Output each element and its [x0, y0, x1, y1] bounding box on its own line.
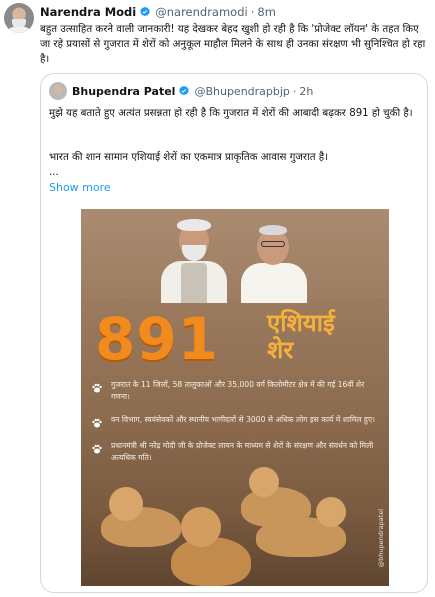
poster-fact-text: प्रधानमंत्री श्री नरेंद्र मोदी जी के प्र…	[111, 441, 374, 462]
poster-background	[81, 209, 389, 299]
verified-badge-icon	[140, 6, 150, 17]
quote-author-handle[interactable]: @Bhupendrapbjp	[194, 85, 289, 98]
poster-lions-illustration	[81, 467, 389, 586]
poster-facts-list: गुजरात के 11 जिलों, 58 तालुकाओं और 35,00…	[91, 379, 379, 475]
author-name[interactable]: Narendra Modi	[40, 5, 136, 19]
poster-title-line-1: एशियाई	[267, 309, 335, 337]
avatar-shirt	[6, 27, 32, 33]
paw-icon	[92, 418, 102, 428]
poster-fact: वन विभाग, स्वयंसेवकों और स्थानीय भागीदार…	[91, 414, 379, 429]
quote-time[interactable]: 2h	[299, 85, 313, 98]
tweet-header: Narendra Modi @narendramodi · 8m	[40, 4, 276, 20]
paw-icon	[92, 444, 102, 454]
separator-dot: ·	[250, 5, 255, 19]
quote-author-avatar[interactable]	[49, 82, 67, 100]
author-handle[interactable]: @narendramodi	[155, 5, 247, 19]
paw-icon	[92, 383, 102, 393]
poster-title: एशियाई शेर	[267, 310, 335, 364]
poster-person-right	[239, 223, 309, 303]
verified-badge-icon	[179, 85, 190, 96]
poster-fact: प्रधानमंत्री श्री नरेंद्र मोदी जी के प्र…	[91, 440, 379, 464]
poster-lion-count: 891	[95, 305, 220, 373]
quote-poster-image[interactable]: 891 एशियाई शेर गुजरात के 11 जिलों, 58 ता…	[81, 209, 389, 586]
quote-ellipsis: ...	[49, 167, 59, 178]
quote-header: Bhupendra Patel @Bhupendrapbjp · 2h	[49, 82, 313, 100]
tweet: Narendra Modi @narendramodi · 8m बहुत उत…	[0, 0, 435, 597]
tweet-time[interactable]: 8m	[257, 5, 276, 19]
quote-text-paragraph-2: भारत की शान सामान एशियाई शेरों का एकमात्…	[49, 152, 329, 163]
show-more-link[interactable]: Show more	[49, 181, 111, 194]
separator-dot: ·	[292, 84, 297, 98]
author-avatar[interactable]	[4, 3, 34, 33]
quoted-tweet[interactable]: Bhupendra Patel @Bhupendrapbjp · 2h मुझे…	[40, 73, 428, 593]
quote-text-paragraph-1: मुझे यह बताते हुए अत्यंत प्रसन्नता हो रह…	[49, 108, 413, 119]
poster-watermark: @bhupendrapatel	[377, 509, 385, 568]
quote-author-name[interactable]: Bhupendra Patel	[72, 85, 175, 98]
poster-fact: गुजरात के 11 जिलों, 58 तालुकाओं और 35,00…	[91, 379, 379, 403]
poster-fact-text: गुजरात के 11 जिलों, 58 तालुकाओं और 35,00…	[111, 380, 365, 401]
poster-title-line-2: शेर	[267, 336, 294, 364]
poster-person-left	[159, 219, 229, 303]
poster-fact-text: वन विभाग, स्वयंसेवकों और स्थानीय भागीदार…	[111, 415, 376, 424]
tweet-text: बहुत उत्साहित करने वाली जानकारी! यह देखक…	[40, 24, 426, 65]
